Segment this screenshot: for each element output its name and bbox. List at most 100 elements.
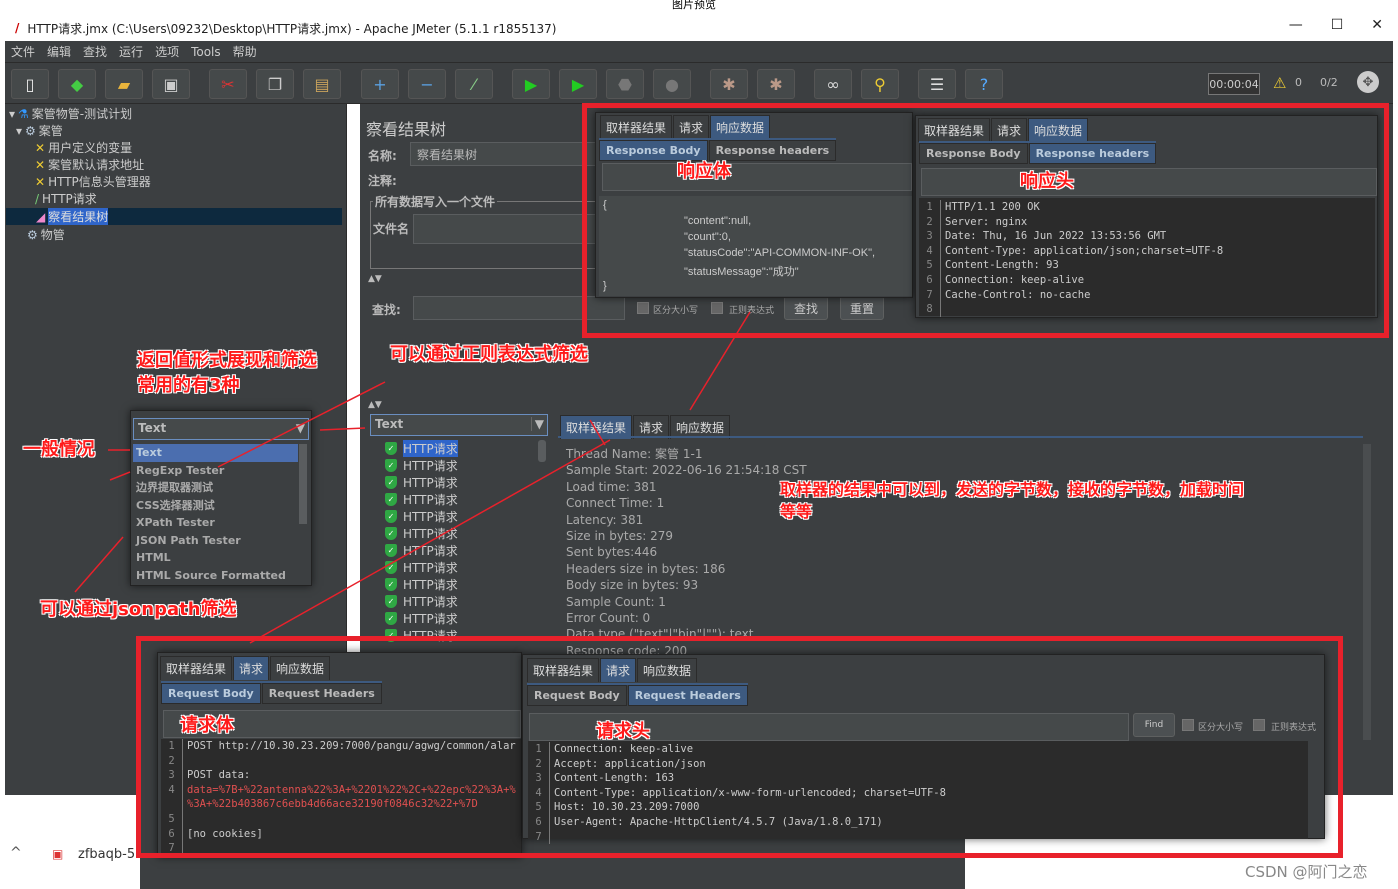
menu-tools[interactable]: Tools: [191, 45, 221, 59]
new-icon[interactable]: ▯: [11, 69, 49, 99]
templates-icon[interactable]: ◆: [58, 69, 96, 99]
find-button[interactable]: Find: [1133, 713, 1175, 737]
tab-request[interactable]: 请求: [600, 658, 637, 682]
menu-file[interactable]: 文件: [11, 43, 35, 60]
tab-response-headers[interactable]: Response headers: [708, 140, 837, 161]
tree-item-header-manager[interactable]: ✕ HTTP信息头管理器: [35, 173, 151, 190]
tab-response-data[interactable]: 响应数据: [710, 115, 771, 139]
list-item[interactable]: ✓ HTTP请求: [385, 593, 458, 610]
option-regexp-tester[interactable]: RegExp Tester: [133, 462, 298, 480]
find-button[interactable]: 查找: [784, 296, 828, 320]
list-item[interactable]: ✓ HTTP请求: [385, 457, 458, 474]
option-css-tester[interactable]: CSS选择器测试: [133, 497, 298, 515]
response-search-input[interactable]: [602, 163, 912, 191]
tab-request[interactable]: 请求: [673, 115, 710, 139]
reset-button[interactable]: 重置: [840, 296, 884, 320]
response-header-search-input[interactable]: [921, 168, 1377, 196]
menu-options[interactable]: 选项: [155, 43, 179, 60]
option-xpath-tester[interactable]: XPath Tester: [133, 514, 298, 532]
expand-icon[interactable]: +: [361, 69, 399, 99]
tab-response-body[interactable]: Response Body: [599, 140, 708, 161]
start-no-pause-icon[interactable]: ▶: [559, 69, 597, 99]
help-icon[interactable]: ?: [965, 69, 1003, 99]
toggle-icon[interactable]: ⁄: [455, 69, 493, 99]
regex-checkbox[interactable]: [1253, 719, 1265, 731]
renderer-select[interactable]: Text ▼: [133, 418, 309, 440]
collapse-icon[interactable]: −: [408, 69, 446, 99]
regex-checkbox[interactable]: [711, 302, 723, 314]
list-item[interactable]: ✓ HTTP请求: [385, 610, 458, 627]
tab-request[interactable]: 请求: [991, 118, 1028, 142]
open-icon[interactable]: ▰: [105, 69, 143, 99]
warning-icon[interactable]: ⚠: [1273, 74, 1286, 92]
close-button[interactable]: ✕: [1371, 17, 1383, 33]
results-scrollbar[interactable]: [538, 440, 546, 462]
tab-response-headers[interactable]: Response headers: [1028, 143, 1157, 164]
tree-item-results-tree[interactable]: ◢ 察看结果树: [6, 208, 342, 225]
option-html-source-formatted[interactable]: HTML Source Formatted: [133, 567, 298, 585]
list-item[interactable]: ✓ HTTP请求: [385, 525, 458, 542]
tree-item-thread-group-2[interactable]: ⚙ 物管: [27, 226, 65, 243]
tree-item-user-vars[interactable]: ✕ 用户定义的变量: [35, 139, 132, 156]
menu-edit[interactable]: 编辑: [47, 43, 71, 60]
option-html[interactable]: HTML: [133, 549, 298, 567]
tab-request-body[interactable]: Request Body: [527, 685, 627, 706]
tree-item-test-plan[interactable]: ▾ ⚗ 案管物管-测试计划: [9, 105, 132, 122]
case-sensitive-checkbox[interactable]: [1182, 719, 1194, 731]
dropdown-scrollbar[interactable]: [299, 444, 307, 524]
search-binoculars-icon[interactable]: ∞: [814, 69, 852, 99]
chevron-up-icon[interactable]: ^: [10, 845, 22, 861]
tab-sampler-result[interactable]: 取样器结果: [918, 118, 991, 142]
list-item[interactable]: ✓ HTTP请求: [385, 627, 458, 644]
tab-sampler-result[interactable]: 取样器结果: [527, 658, 600, 682]
save-icon[interactable]: ▣: [152, 69, 190, 99]
chevron-down-icon[interactable]: ▼: [530, 417, 544, 431]
case-sensitive-checkbox[interactable]: [637, 302, 649, 314]
menu-run[interactable]: 运行: [119, 43, 143, 60]
chevron-down-icon[interactable]: ▼: [296, 421, 305, 435]
copy-icon[interactable]: ❐: [256, 69, 294, 99]
list-item[interactable]: ✓ HTTP请求: [385, 576, 458, 593]
menu-search[interactable]: 查找: [83, 43, 107, 60]
list-item[interactable]: ✓ HTTP请求: [385, 542, 458, 559]
renderer-select[interactable]: Text ▼: [370, 414, 548, 436]
splitter-arrows-icon[interactable]: ▲▼: [368, 400, 382, 410]
tree-item-http-request[interactable]: / HTTP请求: [35, 190, 97, 207]
cut-icon[interactable]: ✂: [209, 69, 247, 99]
list-item[interactable]: ✓ HTTP请求: [385, 491, 458, 508]
splitter-arrows-icon[interactable]: ▲▼: [368, 274, 382, 284]
option-boundary-tester[interactable]: 边界提取器测试: [133, 479, 298, 497]
tab-sampler-result[interactable]: 取样器结果: [600, 115, 673, 139]
start-icon[interactable]: ▶: [512, 69, 550, 99]
list-item[interactable]: ✓ HTTP请求: [385, 508, 458, 525]
list-item[interactable]: ✓ HTTP请求: [385, 474, 458, 491]
maximize-button[interactable]: ☐: [1331, 17, 1344, 33]
stop-icon[interactable]: ⬣: [606, 69, 644, 99]
tab-response-data[interactable]: 响应数据: [637, 658, 698, 682]
tree-item-default-request[interactable]: ✕ 案管默认请求地址: [35, 156, 144, 173]
list-item[interactable]: ✓ HTTP请求: [385, 559, 458, 576]
tab-response-data[interactable]: 响应数据: [1028, 118, 1089, 142]
expand-arrow-icon[interactable]: ▾: [9, 107, 15, 121]
expand-arrow-icon[interactable]: ▾: [16, 124, 22, 138]
sampler-scrollbar[interactable]: [1363, 444, 1371, 740]
tab-request-headers[interactable]: Request Headers: [261, 683, 382, 704]
option-text[interactable]: Text: [133, 444, 298, 462]
list-item[interactable]: ✓ HTTP请求: [385, 440, 458, 457]
tree-item-thread-group[interactable]: ▾ ⚙ 案管: [16, 122, 63, 139]
clear-icon[interactable]: ✱: [710, 69, 748, 99]
tab-request-headers[interactable]: Request Headers: [627, 685, 748, 706]
reset-search-broom-icon[interactable]: ⚲: [861, 69, 899, 99]
tab-response-data[interactable]: 响应数据: [270, 656, 331, 680]
shutdown-icon[interactable]: ●: [653, 69, 691, 99]
tab-sampler-result[interactable]: 取样器结果: [160, 656, 233, 680]
paste-icon[interactable]: ▤: [303, 69, 341, 99]
menu-help[interactable]: 帮助: [233, 43, 257, 60]
option-json-path-tester[interactable]: JSON Path Tester: [133, 532, 298, 550]
search-input[interactable]: [413, 296, 625, 320]
function-helper-icon[interactable]: ☰: [918, 69, 956, 99]
tab-response-body[interactable]: Response Body: [919, 143, 1028, 164]
remote-icon[interactable]: ✥: [1357, 71, 1379, 93]
clear-all-icon[interactable]: ✱: [757, 69, 795, 99]
tab-request[interactable]: 请求: [233, 656, 270, 680]
